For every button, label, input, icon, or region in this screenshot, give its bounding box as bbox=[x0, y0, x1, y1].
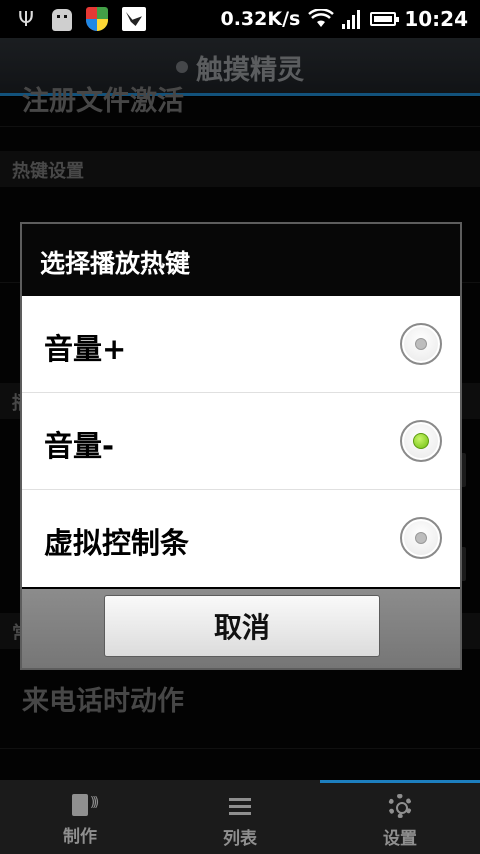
option-virtual-bar[interactable]: 虚拟控制条 bbox=[22, 490, 460, 587]
radio-dot bbox=[415, 532, 427, 544]
system-indicators: 0.32K/s 10:24 bbox=[220, 5, 468, 33]
clock: 10:24 bbox=[404, 7, 468, 31]
option-volume-up[interactable]: 音量+ bbox=[22, 296, 460, 393]
record-icon bbox=[72, 794, 96, 816]
radio-button[interactable] bbox=[400, 517, 442, 559]
nav-label: 制作 bbox=[63, 827, 97, 847]
radio-dot bbox=[415, 338, 427, 350]
net-speed: 0.32K/s bbox=[220, 8, 301, 30]
usb-icon: Ψ bbox=[18, 7, 34, 31]
radio-dot bbox=[413, 433, 429, 449]
status-bar: Ψ 0.32K/s 10:24 bbox=[0, 0, 480, 38]
signal-icon bbox=[342, 9, 362, 29]
option-label: 音量+ bbox=[44, 332, 127, 366]
nav-item-settings[interactable]: 设置 bbox=[320, 780, 480, 854]
notification-icons: Ψ bbox=[14, 6, 146, 32]
bug-icon bbox=[52, 8, 72, 31]
radio-button[interactable] bbox=[400, 323, 442, 365]
shield-icon bbox=[86, 7, 108, 31]
option-volume-down[interactable]: 音量- bbox=[22, 393, 460, 490]
nav-label: 列表 bbox=[223, 829, 257, 849]
dialog-header: 选择播放热键 bbox=[22, 224, 460, 296]
list-icon bbox=[227, 794, 253, 818]
dialog-title: 选择播放热键 bbox=[40, 249, 191, 278]
wifi-icon bbox=[308, 9, 335, 27]
hotkey-dialog: 选择播放热键 音量+ 音量- 虚拟控制条 取消 bbox=[20, 222, 462, 670]
bottom-nav: 制作 列表 设置 bbox=[0, 780, 480, 854]
dialog-footer: 取消 bbox=[22, 589, 460, 668]
option-label: 虚拟控制条 bbox=[44, 526, 190, 560]
option-label: 音量- bbox=[44, 429, 115, 463]
battery-icon bbox=[370, 12, 400, 26]
cancel-button[interactable]: 取消 bbox=[104, 595, 380, 657]
gear-icon bbox=[388, 794, 412, 818]
nav-item-make[interactable]: 制作 bbox=[0, 780, 160, 854]
nav-label: 设置 bbox=[383, 829, 417, 849]
cancel-button-label: 取消 bbox=[213, 611, 270, 644]
bird-icon bbox=[122, 7, 146, 31]
radio-button-selected[interactable] bbox=[400, 420, 442, 462]
option-list: 音量+ 音量- 虚拟控制条 bbox=[22, 296, 460, 587]
nav-item-list[interactable]: 列表 bbox=[160, 780, 320, 854]
